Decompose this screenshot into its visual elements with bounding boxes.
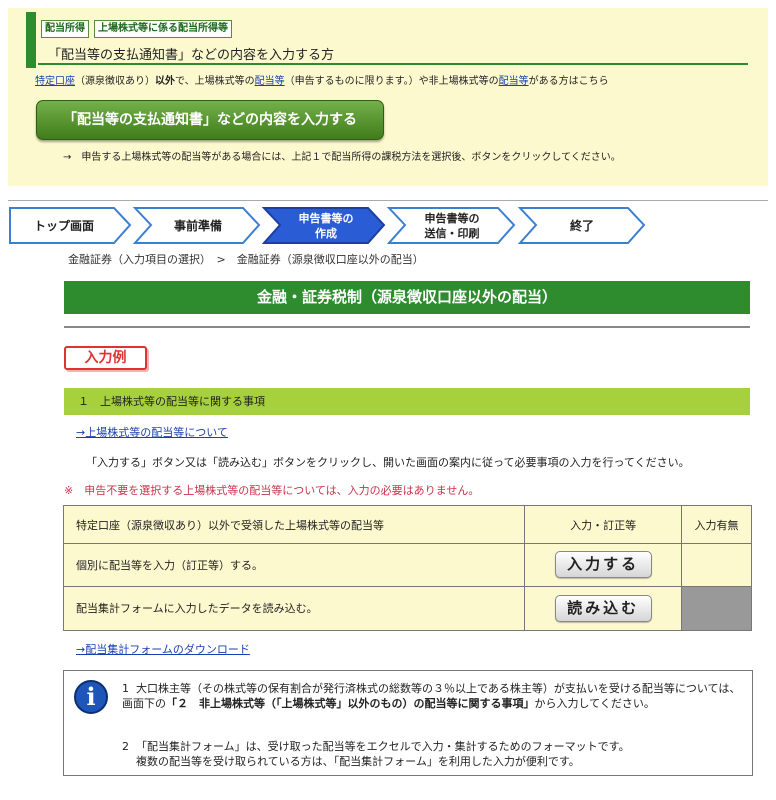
input-status-cell xyxy=(681,543,752,587)
note-text: がある方はこちら xyxy=(528,76,609,87)
note-text: （源泉徴収あり） xyxy=(75,76,155,87)
info-bold-text: 「２ 非上場株式等（「上場株式等」以外のもの）の配当等に関する事項」 xyxy=(166,697,535,710)
note-text: （申告するものに限ります。）や非上場株式等の xyxy=(284,76,499,87)
info-item-1: 1 大口株主等（その株式等の保有割合が発行済株式の総数等の３％以上である株主等）が… xyxy=(122,681,742,711)
info-icon: i xyxy=(74,680,108,714)
section-heading: １ 上場株式等の配当等に関する事項 xyxy=(64,388,750,415)
info-text: 複数の配当等を受け取られている方は、「配当集計フォーム」を利用した入力が便利です… xyxy=(136,755,580,768)
tag-dividend-income: 配当所得 xyxy=(41,20,89,38)
panel-divider xyxy=(38,63,748,65)
step-label: 事前準備 xyxy=(174,218,222,233)
warning-text: ※ 申告不要を選択する上場株式等の配当等については、入力の必要はありません。 xyxy=(64,484,480,497)
step-label: 申告書等の xyxy=(299,211,354,225)
download-form-link[interactable]: →配当集計フォームのダウンロード xyxy=(76,641,250,657)
step-label: 終了 xyxy=(570,218,594,233)
info-text: から入力してください。 xyxy=(534,697,655,710)
input-status-cell-disabled xyxy=(681,585,752,632)
table-row: 個別に配当等を入力（訂正等）する。 入力する xyxy=(62,543,752,587)
enter-payment-notice-button[interactable]: 「配当等の支払通知書」などの内容を入力する xyxy=(36,100,384,140)
table-header: 特定口座（源泉徴収あり）以外で受領した上場株式等の配当等 xyxy=(62,504,526,545)
step-create-return: 申告書等の 作成 xyxy=(261,207,386,244)
info-text: 「配当集計フォーム」は、受け取った配当等をエクセルで入力・集計するためのフォーマ… xyxy=(136,740,630,753)
note-text: で、上場株式等の xyxy=(175,76,255,87)
dividend-link[interactable]: 配当等 xyxy=(255,76,285,87)
table-row: 配当集計フォームに入力したデータを読み込む。 読み込む xyxy=(62,585,752,632)
load-button[interactable]: 読み込む xyxy=(554,594,652,622)
step-label: 申告書等の xyxy=(425,211,480,225)
specific-account-link[interactable]: 特定口座 xyxy=(35,76,75,87)
table-header: 入力・訂正等 xyxy=(524,504,683,545)
action-cell: 入力する xyxy=(524,543,683,587)
tag-listed-stock-dividend: 上場株式等に係る配当所得等 xyxy=(94,20,232,38)
table-header: 入力有無 xyxy=(681,504,752,545)
about-listed-dividends-link[interactable]: →上場株式等の配当等について xyxy=(76,424,228,440)
enter-button[interactable]: 入力する xyxy=(554,551,652,579)
row-label: 個別に配当等を入力（訂正等）する。 xyxy=(62,543,526,587)
row-label: 配当集計フォームに入力したデータを読み込む。 xyxy=(62,585,526,632)
info-number: 2 xyxy=(122,740,129,753)
panel-accent-bar xyxy=(26,12,36,68)
dividend-link-2[interactable]: 配当等 xyxy=(499,76,529,87)
instruction-text: 「入力する」ボタン又は「読み込む」ボタンをクリックし、開いた画面の案内に従って必… xyxy=(86,456,690,469)
breadcrumb: 金融証券（入力項目の選択） > 金融証券（源泉徴収口座以外の配当） xyxy=(68,253,424,266)
info-item-2: 2 「配当集計フォーム」は、受け取った配当等をエクセルで入力・集計するためのフォー… xyxy=(122,739,742,769)
step-top: トップ画面 xyxy=(9,207,132,244)
title-divider xyxy=(64,326,750,328)
step-label: トップ画面 xyxy=(34,218,94,233)
panel-instruction: → 申告する上場株式等の配当等がある場合には、上記１で配当所得の課税方法を選択後… xyxy=(63,152,621,163)
step-preparation: 事前準備 xyxy=(132,207,261,244)
step-finish: 終了 xyxy=(517,207,646,244)
panel-heading: 「配当等の支払通知書」などの内容を入力する方 xyxy=(48,48,335,63)
step-label: 作成 xyxy=(315,226,337,240)
step-label: 送信・印刷 xyxy=(424,226,480,240)
note-bold: 以外 xyxy=(155,76,175,87)
dividend-income-panel: 配当所得 上場株式等に係る配当所得等 「配当等の支払通知書」などの内容を入力する… xyxy=(8,8,768,186)
page-title: 金融・証券税制（源泉徴収口座以外の配当） xyxy=(64,281,750,314)
panel-note: 特定口座（源泉徴収あり）以外で、上場株式等の配当等（申告するものに限ります。）や… xyxy=(35,72,609,87)
progress-steps: トップ画面 事前準備 申告書等の 作成 申告書等の 送信・印刷 終了 xyxy=(8,200,768,246)
info-number: 1 xyxy=(122,682,129,695)
action-cell: 読み込む xyxy=(524,585,683,632)
info-box: i 1 大口株主等（その株式等の保有割合が発行済株式の総数等の３％以上である株主等… xyxy=(63,670,753,776)
table-header-row: 特定口座（源泉徴収あり）以外で受領した上場株式等の配当等 入力・訂正等 入力有無 xyxy=(62,504,752,545)
steps-svg: トップ画面 事前準備 申告書等の 作成 申告書等の 送信・印刷 終了 xyxy=(9,207,646,244)
step-send-print: 申告書等の 送信・印刷 xyxy=(386,207,516,244)
dividend-input-table: 特定口座（源泉徴収あり）以外で受領した上場株式等の配当等 入力・訂正等 入力有無… xyxy=(62,504,752,632)
input-example-button[interactable]: 入力例 xyxy=(64,346,147,370)
